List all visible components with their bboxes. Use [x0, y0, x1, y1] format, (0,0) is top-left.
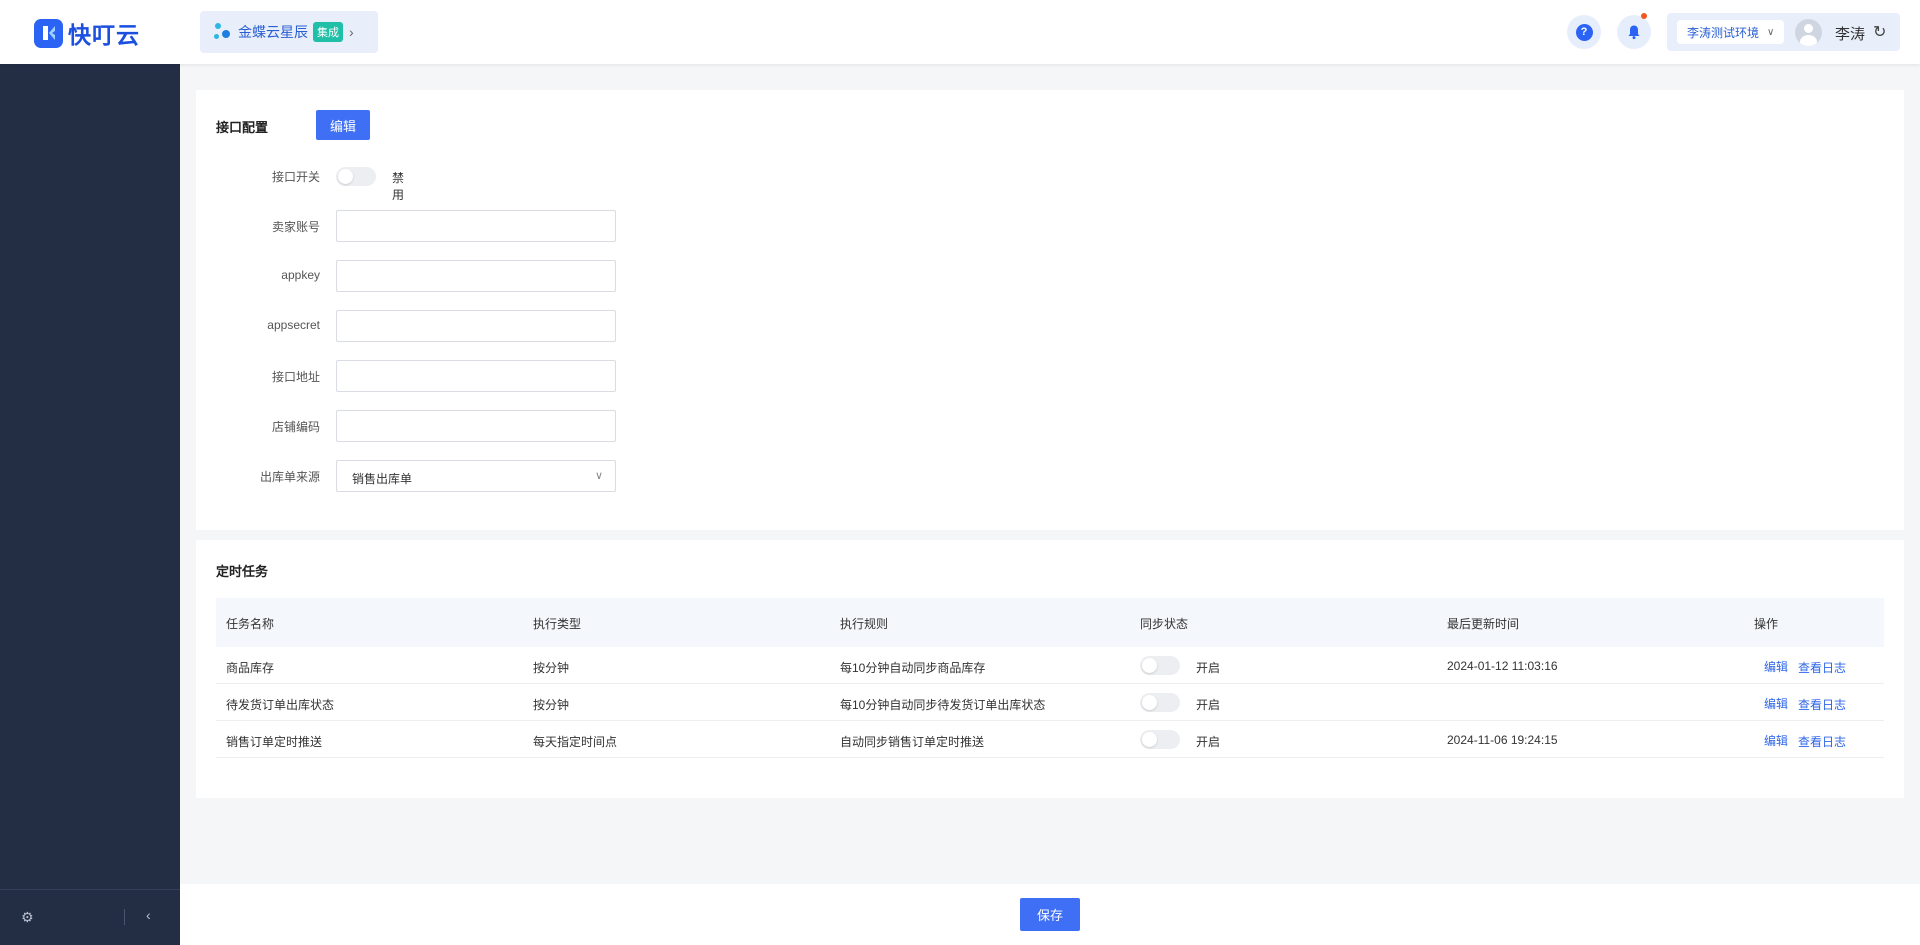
- sync-status: 开启: [1196, 698, 1221, 712]
- interface-config-card: 接口配置 编辑 接口开关 禁用 卖家账号 appkey appsecret 接口…: [196, 90, 1904, 530]
- notification-button[interactable]: [1617, 13, 1651, 49]
- column-header: 操作: [1754, 617, 1779, 631]
- edit-task-link[interactable]: 编辑: [1764, 732, 1788, 749]
- source-select-value: 销售出库单: [352, 472, 413, 486]
- user-area: 李涛测试环境 ∨ 李涛 ↻: [1667, 13, 1900, 51]
- column-header: 任务名称: [226, 617, 275, 631]
- environment-select[interactable]: 李涛测试环境 ∨: [1677, 20, 1785, 44]
- updated-time: 2024-01-12 11:03:16: [1447, 659, 1558, 673]
- logo-text: 快叮云: [68, 22, 140, 48]
- username[interactable]: 李涛: [1835, 23, 1865, 44]
- api-url-input[interactable]: [336, 360, 616, 392]
- app-switcher[interactable]: 金蝶云星辰 集成 ›: [200, 11, 378, 53]
- column-header: 执行类型: [533, 617, 582, 631]
- sidebar: ⚙ ‹: [0, 64, 180, 945]
- task-name: 待发货订单出库状态: [226, 698, 335, 712]
- table-row: 待发货订单出库状态 按分钟 每10分钟自动同步待发货订单出库状态 开启 编辑 查…: [216, 684, 1884, 721]
- task-name: 商品库存: [226, 661, 275, 675]
- save-button[interactable]: 保存: [1020, 898, 1080, 931]
- column-header: 同步状态: [1140, 617, 1189, 631]
- chevron-right-icon: ›: [349, 24, 354, 40]
- shop-code-label: 店铺编码: [271, 420, 320, 434]
- switch-status: 禁用: [392, 171, 405, 202]
- seller-account-input[interactable]: [336, 210, 616, 242]
- appsecret-label: appsecret: [267, 318, 320, 332]
- source-select[interactable]: 销售出库单 ∨: [336, 460, 616, 492]
- updated-time: 2024-11-06 19:24:15: [1447, 733, 1558, 747]
- chevron-down-icon: ∨: [594, 470, 603, 482]
- bell-icon: [1628, 25, 1640, 40]
- appsecret-input[interactable]: [336, 310, 616, 342]
- table-row: 销售订单定时推送 每天指定时间点 自动同步销售订单定时推送 开启 2024-11…: [216, 721, 1884, 758]
- appkey-label: appkey: [281, 268, 320, 282]
- interface-switch[interactable]: [336, 167, 376, 186]
- help-button[interactable]: ?: [1567, 15, 1601, 49]
- task-rule: 自动同步销售订单定时推送: [840, 735, 985, 749]
- table-row: 商品库存 按分钟 每10分钟自动同步商品库存 开启 2024-01-12 11:…: [216, 647, 1884, 684]
- api-url-label: 接口地址: [271, 370, 320, 384]
- task-rule: 每10分钟自动同步商品库存: [840, 661, 986, 675]
- task-type: 按分钟: [533, 661, 570, 675]
- logo-icon: [34, 18, 63, 48]
- task-name: 销售订单定时推送: [226, 735, 323, 749]
- environment-label: 李涛测试环境: [1687, 25, 1760, 40]
- top-header: 快叮云 金蝶云星辰 集成 › ? 李涛测试环境 ∨ 李涛 ↻: [0, 0, 1920, 64]
- chevron-down-icon: ∨: [1767, 26, 1775, 38]
- edit-task-link[interactable]: 编辑: [1764, 658, 1788, 675]
- table-header: 任务名称 执行类型 执行规则 同步状态 最后更新时间 操作: [216, 598, 1884, 647]
- source-label: 出库单来源: [259, 470, 320, 484]
- edit-task-link[interactable]: 编辑: [1764, 695, 1788, 712]
- appkey-input[interactable]: [336, 260, 616, 292]
- task-type: 每天指定时间点: [533, 735, 618, 749]
- sync-toggle[interactable]: [1140, 730, 1180, 749]
- task-rule: 每10分钟自动同步待发货订单出库状态: [840, 698, 1046, 712]
- switch-label: 接口开关: [271, 170, 320, 184]
- collapse-sidebar-icon[interactable]: ‹: [146, 907, 151, 923]
- footer-bar: 保存: [180, 884, 1920, 945]
- view-log-link[interactable]: 查看日志: [1798, 733, 1846, 750]
- config-title: 接口配置: [216, 120, 269, 135]
- sync-status: 开启: [1196, 661, 1221, 675]
- avatar[interactable]: [1795, 19, 1822, 46]
- shop-code-input[interactable]: [336, 410, 616, 442]
- sidebar-footer: ⚙ ‹: [0, 889, 180, 945]
- app-name: 金蝶云星辰: [238, 24, 308, 40]
- settings-icon[interactable]: ⚙: [21, 909, 34, 926]
- help-icon: ?: [1575, 23, 1593, 41]
- tasks-title: 定时任务: [216, 564, 269, 579]
- view-log-link[interactable]: 查看日志: [1798, 696, 1846, 713]
- column-header: 最后更新时间: [1447, 617, 1520, 631]
- sync-toggle[interactable]: [1140, 693, 1180, 712]
- task-type: 按分钟: [533, 698, 570, 712]
- view-log-link[interactable]: 查看日志: [1798, 659, 1846, 676]
- app-icon: [214, 21, 232, 43]
- app-tag-badge: 集成: [313, 22, 343, 42]
- edit-config-button[interactable]: 编辑: [316, 110, 370, 140]
- notification-dot: [1641, 13, 1647, 19]
- seller-account-label: 卖家账号: [271, 220, 320, 234]
- scheduled-tasks-card: 定时任务 任务名称 执行类型 执行规则 同步状态 最后更新时间 操作 商品库存 …: [196, 540, 1904, 798]
- logo[interactable]: 快叮云: [34, 16, 140, 50]
- refresh-icon[interactable]: ↻: [1873, 22, 1886, 42]
- sync-status: 开启: [1196, 735, 1221, 749]
- sidebar-divider: [124, 909, 125, 925]
- column-header: 执行规则: [840, 617, 889, 631]
- sync-toggle[interactable]: [1140, 656, 1180, 675]
